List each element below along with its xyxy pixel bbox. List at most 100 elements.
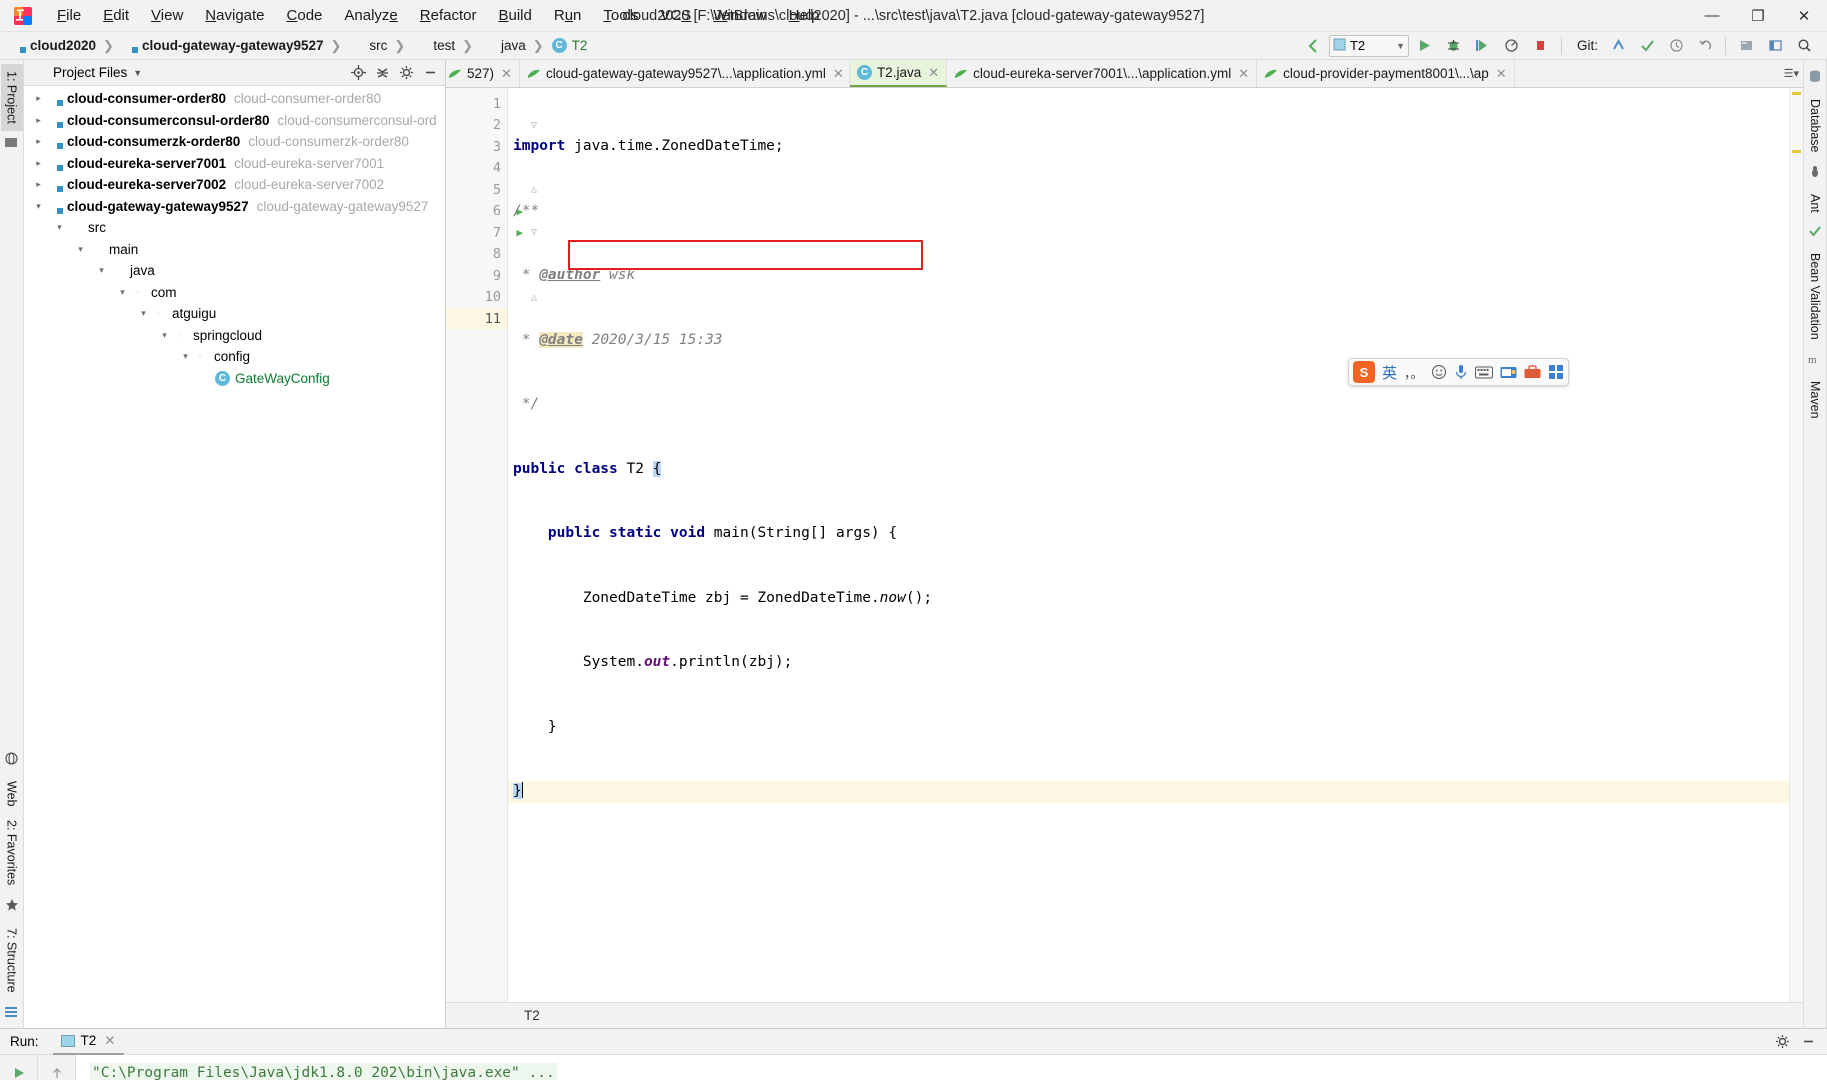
menu-analyze[interactable]: Analyze — [333, 4, 408, 27]
run-with-coverage-icon[interactable] — [1470, 35, 1496, 57]
editor-tab[interactable]: cloud-gateway-gateway9527\...\applicatio… — [520, 60, 850, 87]
gutter-line-number[interactable]: 6 ▶ — [446, 201, 523, 223]
close-icon[interactable]: ✕ — [1238, 66, 1249, 82]
gear-icon[interactable] — [1771, 1032, 1793, 1052]
chevron-right-icon[interactable]: ▸ — [32, 135, 45, 148]
gutter-line-number[interactable]: 7 ▶ ▽ — [446, 222, 537, 244]
hide-icon[interactable] — [419, 63, 441, 83]
chevron-down-icon[interactable]: ▼ — [1396, 41, 1405, 51]
gutter-line-number[interactable]: 5 △ — [446, 179, 537, 201]
chevron-down-icon[interactable]: ▾ — [95, 264, 108, 277]
collapse-all-icon[interactable] — [371, 63, 393, 83]
toolbox-icon[interactable] — [1524, 365, 1541, 379]
tree-node[interactable]: ▾ springcloud — [24, 325, 445, 347]
chevron-down-icon[interactable]: ▾ — [137, 307, 150, 320]
chevron-down-icon[interactable]: ▾ — [32, 200, 45, 213]
git-commit-icon[interactable] — [1634, 35, 1660, 57]
chevron-down-icon[interactable]: ▾ — [116, 286, 129, 299]
editor-tab[interactable]: cloud-eureka-server7001\...\application.… — [947, 60, 1258, 87]
tree-node[interactable]: ▾ atguigu — [24, 303, 445, 325]
menu-refactor[interactable]: Refactor — [409, 4, 488, 27]
settings-icon[interactable] — [1733, 35, 1759, 57]
sidebar-item-favorites[interactable]: 2: Favorites — [1, 813, 23, 892]
git-rollback-icon[interactable] — [1692, 35, 1718, 57]
screenshot-icon[interactable] — [1500, 365, 1517, 379]
editor-tab[interactable]: 527) ✕ — [446, 60, 520, 87]
layout-icon[interactable] — [1762, 35, 1788, 57]
close-button[interactable]: ✕ — [1781, 0, 1827, 32]
breadcrumb-gateway9527[interactable]: cloud-gateway-gateway9527 — [120, 37, 326, 54]
locate-icon[interactable] — [347, 63, 369, 83]
menu-edit[interactable]: Edit — [92, 4, 140, 27]
breadcrumb-cloud2020[interactable]: cloud2020 — [8, 37, 98, 54]
scroll-up-button[interactable] — [42, 1059, 72, 1080]
chevron-down-icon[interactable]: ▼ — [133, 68, 142, 78]
sidebar-item-web[interactable]: Web — [1, 774, 23, 813]
menu-view[interactable]: View — [140, 4, 194, 27]
sidebar-item-ant[interactable]: Ant — [1804, 187, 1826, 220]
tree-node[interactable]: ▾ src — [24, 217, 445, 239]
console-output[interactable]: "C:\Program Files\Java\jdk1.8.0_202\bin\… — [76, 1055, 1827, 1080]
sidebar-item-maven[interactable]: Maven — [1804, 374, 1826, 426]
close-icon[interactable]: ✕ — [928, 65, 939, 81]
tree-node[interactable]: ▾ main — [24, 239, 445, 261]
tree-node[interactable]: ▾ cloud-gateway-gateway9527 cloud-gateway-… — [24, 196, 445, 218]
tree-node[interactable]: ▾ config — [24, 346, 445, 368]
emoji-icon[interactable] — [1431, 364, 1447, 380]
gutter-line-number[interactable]: 9 — [446, 265, 507, 287]
breadcrumb-t2[interactable]: C T2 — [550, 37, 590, 54]
gutter-line-number[interactable]: 1 — [446, 93, 507, 115]
profile-icon[interactable] — [1499, 35, 1525, 57]
close-icon[interactable]: ✕ — [104, 1033, 115, 1049]
menu-navigate[interactable]: Navigate — [194, 4, 275, 27]
gutter-line-number[interactable]: 10 △ — [446, 287, 537, 309]
tree-node[interactable]: C GateWayConfig — [24, 368, 445, 390]
editor-tab[interactable]: C T2.java ✕ — [849, 60, 948, 87]
git-update-icon[interactable] — [1605, 35, 1631, 57]
chevron-right-icon[interactable]: ▸ — [32, 92, 45, 105]
tree-node[interactable]: ▸ cloud-consumerzk-order80 cloud-consumerz… — [24, 131, 445, 153]
close-icon[interactable]: ✕ — [501, 66, 512, 82]
menu-help[interactable]: Help — [778, 4, 831, 27]
chevron-down-icon[interactable]: ▾ — [74, 243, 87, 256]
tree-node[interactable]: ▾ com — [24, 282, 445, 304]
chevron-right-icon[interactable]: ▸ — [32, 114, 45, 127]
editor-tabs-overflow[interactable]: ☰▾ — [1780, 60, 1803, 87]
rerun-button[interactable] — [4, 1059, 34, 1080]
tree-node[interactable]: ▸ cloud-consumerconsul-order80 cloud-consu… — [24, 110, 445, 132]
tree-node[interactable]: ▾ java — [24, 260, 445, 282]
sidebar-item-structure[interactable]: 7: Structure — [1, 921, 23, 1000]
menu-window[interactable]: Window — [702, 4, 777, 27]
breadcrumb-src[interactable]: src — [347, 37, 389, 54]
ime-punctuation-toggle[interactable]: ，。 — [1404, 363, 1424, 382]
stop-icon[interactable] — [1528, 35, 1554, 57]
close-icon[interactable]: ✕ — [833, 66, 844, 82]
menu-run[interactable]: Run — [543, 4, 593, 27]
minimize-button[interactable]: — — [1689, 0, 1735, 32]
chevron-right-icon[interactable]: ▸ — [32, 178, 45, 191]
ime-toolbar[interactable]: S 英 ，。 — [1348, 358, 1569, 386]
ime-language-toggle[interactable]: 英 — [1382, 362, 1397, 383]
gutter-line-number[interactable]: 2 ▽ — [446, 115, 537, 137]
tree-node[interactable]: ▸ cloud-consumer-order80 cloud-consumer-or… — [24, 88, 445, 110]
menu-vcs[interactable]: VCS — [649, 4, 702, 27]
grid-icon[interactable] — [1548, 364, 1564, 380]
chevron-down-icon[interactable]: ▾ — [53, 221, 66, 234]
keyboard-icon[interactable] — [1474, 366, 1493, 379]
gear-icon[interactable] — [395, 63, 417, 83]
run-configuration-selector[interactable]: T2 ▼ — [1328, 34, 1409, 57]
search-everywhere-icon[interactable] — [1791, 35, 1817, 57]
close-icon[interactable]: ✕ — [1496, 66, 1507, 82]
menu-tools[interactable]: Tools — [592, 4, 649, 27]
menu-file[interactable]: File — [46, 4, 92, 27]
breadcrumb-test[interactable]: test — [411, 37, 457, 54]
sidebar-item-database[interactable]: Database — [1804, 92, 1826, 160]
breadcrumb-java[interactable]: java — [479, 37, 528, 54]
project-tree[interactable]: ▸ cloud-consumer-order80 cloud-consumer-or… — [24, 86, 445, 1028]
gutter-line-number[interactable]: 3 — [446, 136, 507, 158]
sidebar-item-project[interactable]: 1: Project — [0, 64, 23, 131]
project-view-selector[interactable]: Project Files — [53, 65, 127, 80]
gutter-line-number[interactable]: 11 — [446, 308, 507, 330]
microphone-icon[interactable] — [1454, 364, 1468, 380]
run-tab-t2[interactable]: T2 ✕ — [52, 1029, 124, 1055]
